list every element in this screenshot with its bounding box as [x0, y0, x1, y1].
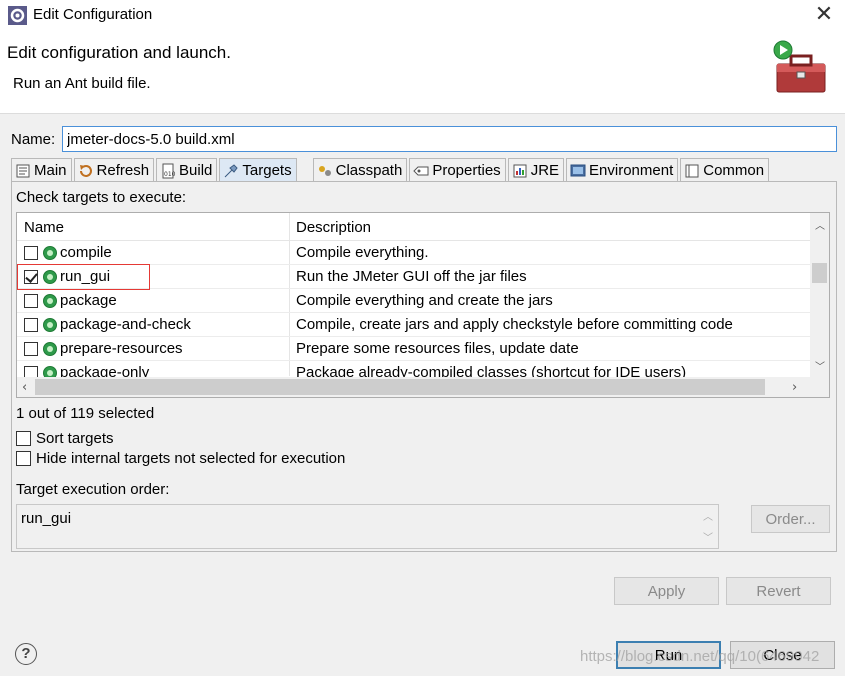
tab-environment[interactable]: Environment	[566, 158, 679, 182]
target-name: prepare-resources	[60, 340, 183, 357]
scroll-down-icon[interactable]: ﹀	[703, 529, 713, 544]
execution-order-box: run_gui ︿ ﹀	[16, 504, 719, 549]
scroll-left-icon[interactable]: ‹	[22, 380, 27, 395]
dialog-header: Edit configuration and launch. Run an An…	[0, 30, 845, 114]
targets-icon	[225, 163, 239, 177]
scroll-up-icon[interactable]: ︿	[703, 508, 713, 523]
target-icon	[43, 342, 57, 356]
scroll-right-icon[interactable]: ›	[792, 380, 797, 395]
close-window-button[interactable]: ✕	[811, 2, 837, 28]
tab-label: Environment	[589, 162, 674, 179]
tab-build[interactable]: 010 Build	[156, 158, 218, 182]
hide-internal-label: Hide internal targets not selected for e…	[36, 450, 346, 467]
table-row[interactable]: prepare-resources Prepare some resources…	[17, 337, 811, 361]
properties-icon	[413, 166, 429, 175]
svg-text:010: 010	[164, 171, 176, 178]
scroll-down-icon[interactable]: ﹀	[815, 358, 825, 373]
tab-main[interactable]: Main	[11, 158, 72, 182]
execution-order-value: run_gui	[21, 510, 72, 527]
target-icon	[43, 294, 57, 308]
help-icon[interactable]: ?	[15, 643, 37, 665]
watermark: https://blog.csdn.net/qq/10(6469942	[580, 648, 820, 665]
header-description: Run an Ant build file.	[13, 75, 151, 92]
table-row[interactable]: compile Compile everything.	[17, 241, 811, 265]
classpath-icon	[318, 165, 331, 176]
window-title: Edit Configuration	[33, 6, 153, 23]
toolbox-run-icon	[773, 40, 826, 93]
selected-count: 1 out of 119 selected	[16, 405, 155, 422]
target-checkbox[interactable]	[24, 246, 38, 260]
selection-highlight-box	[17, 264, 150, 290]
column-header-name[interactable]: Name	[24, 219, 64, 236]
hide-internal-checkbox[interactable]	[16, 451, 31, 466]
title-bar: Edit Configuration ✕	[0, 0, 845, 30]
execution-order-scrollbar[interactable]: ︿ ﹀	[698, 505, 718, 548]
sort-targets-checkbox[interactable]	[16, 431, 31, 446]
tab-label: Properties	[432, 162, 501, 179]
table-header: Name Description	[17, 213, 811, 241]
order-button[interactable]: Order...	[751, 505, 830, 533]
tab-label: Common	[703, 162, 765, 179]
target-name: package	[60, 292, 117, 309]
vertical-scrollbar[interactable]: ︿ ﹀	[810, 213, 829, 379]
tab-common[interactable]: Common	[680, 158, 770, 182]
tab-targets[interactable]: Targets	[219, 158, 297, 182]
table-row[interactable]: package-and-check Compile, create jars a…	[17, 313, 811, 337]
header-title: Edit configuration and launch.	[7, 43, 231, 62]
target-checkbox[interactable]	[24, 294, 38, 308]
target-checkbox[interactable]	[24, 318, 38, 332]
sort-targets-label: Sort targets	[36, 430, 114, 447]
config-tabs: Main Refresh 010 Build Targets Classpath…	[11, 158, 771, 182]
horizontal-scroll-thumb[interactable]	[35, 379, 765, 395]
tab-label: Classpath	[335, 162, 403, 179]
target-description: Compile everything.	[296, 244, 429, 261]
tab-properties[interactable]: Properties	[409, 158, 506, 182]
vertical-scroll-thumb[interactable]	[812, 263, 827, 283]
apply-button[interactable]: Apply	[614, 577, 719, 605]
column-header-description[interactable]: Description	[296, 219, 371, 236]
scroll-up-icon[interactable]: ︿	[815, 217, 825, 232]
scrollbar-corner	[810, 377, 829, 397]
target-description: Compile everything and create the jars	[296, 292, 553, 309]
tab-classpath[interactable]: Classpath	[312, 158, 408, 182]
tab-label: Main	[34, 162, 67, 179]
tab-label: JRE	[530, 162, 560, 179]
target-description: Compile, create jars and apply checkstyl…	[296, 316, 733, 333]
target-description: Run the JMeter GUI off the jar files	[296, 268, 527, 285]
environment-icon	[570, 164, 586, 176]
targets-table: Name Description compile Compile everyth…	[16, 212, 830, 398]
jre-icon	[513, 164, 527, 177]
horizontal-scrollbar[interactable]: ‹ ›	[17, 377, 811, 397]
tab-refresh[interactable]: Refresh	[73, 158, 155, 182]
target-name: compile	[60, 244, 112, 261]
target-icon	[43, 318, 57, 332]
build-icon: 010	[162, 163, 176, 178]
target-description: Prepare some resources files, update dat…	[296, 340, 579, 357]
target-checkbox[interactable]	[24, 342, 38, 356]
target-name: package-and-check	[60, 316, 191, 333]
revert-button[interactable]: Revert	[726, 577, 831, 605]
eclipse-gear-icon	[8, 6, 27, 25]
main-tab-icon	[16, 164, 30, 177]
name-input[interactable]	[62, 126, 837, 152]
tab-label: Refresh	[96, 162, 150, 179]
hide-internal-option[interactable]: Hide internal targets not selected for e…	[16, 450, 345, 467]
target-icon	[43, 246, 57, 260]
execution-order-label: Target execution order:	[16, 481, 170, 498]
common-icon	[685, 164, 699, 177]
tab-label: Targets	[242, 162, 292, 179]
tab-jre[interactable]: JRE	[507, 158, 565, 182]
tab-label: Build	[179, 162, 213, 179]
targets-heading: Check targets to execute:	[16, 189, 187, 206]
table-row[interactable]: package Compile everything and create th…	[17, 289, 811, 313]
refresh-icon	[79, 164, 92, 177]
sort-targets-option[interactable]: Sort targets	[16, 430, 114, 447]
name-label: Name:	[11, 131, 56, 148]
